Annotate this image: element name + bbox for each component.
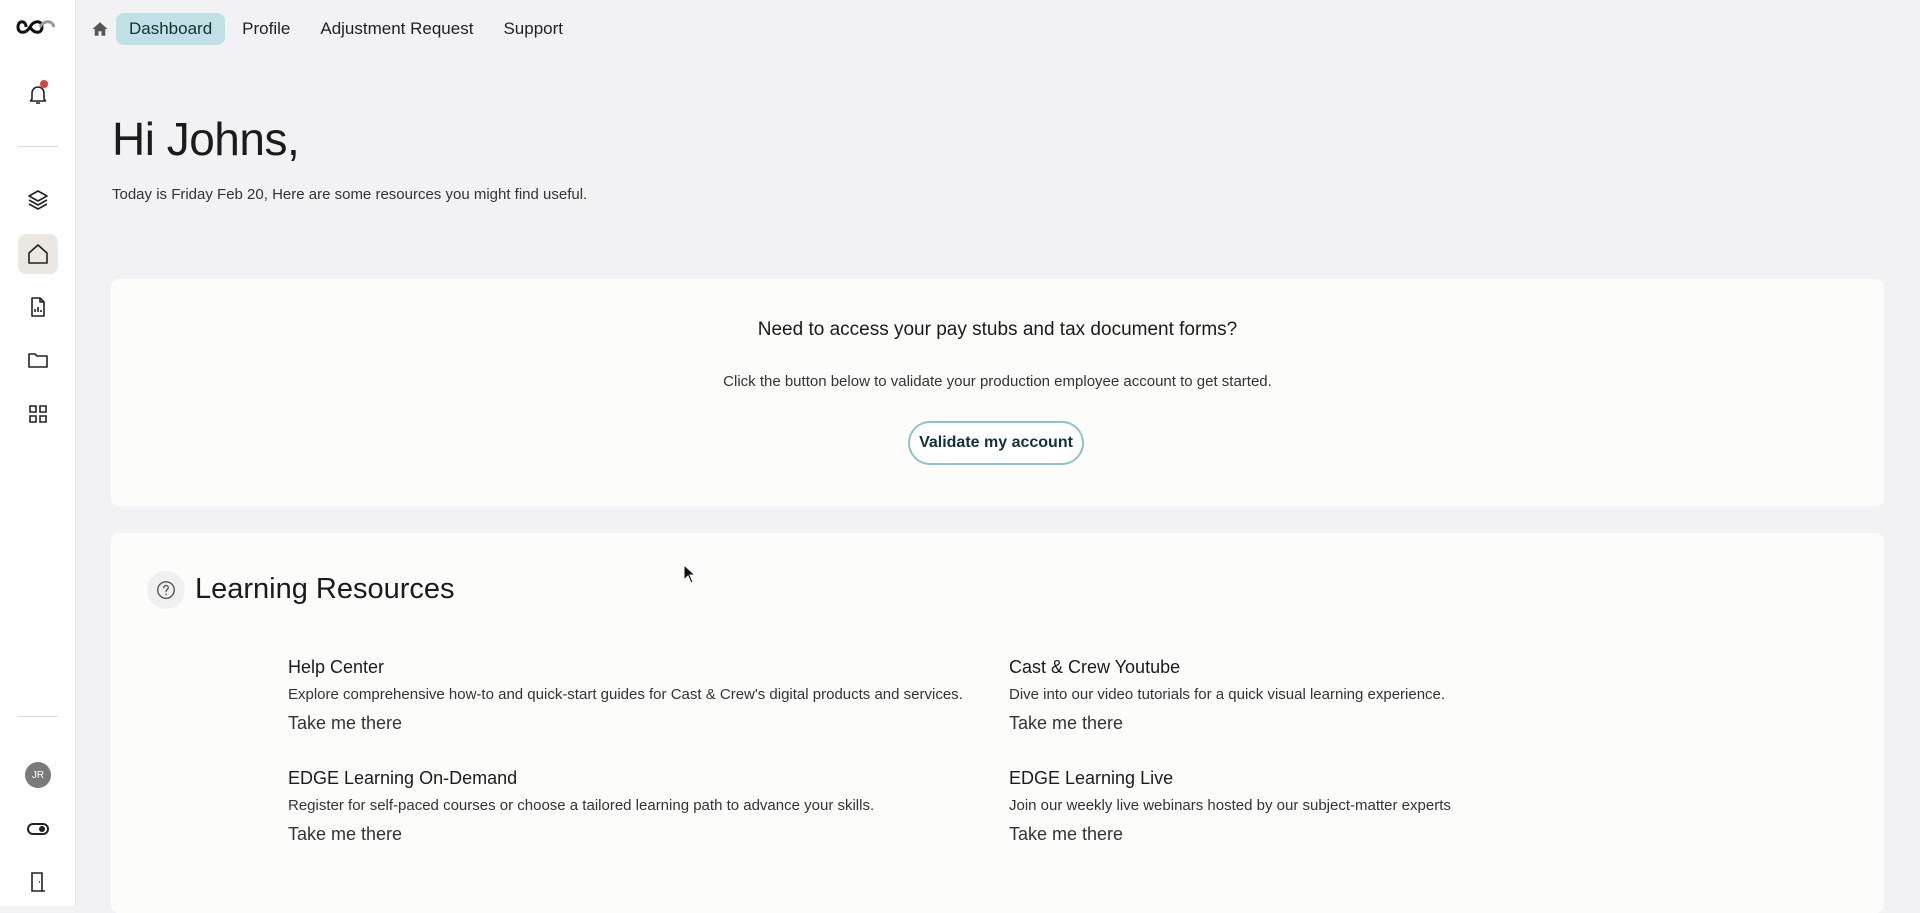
resource-help-center: Help Center Explore comprehensive how-to… xyxy=(288,657,1008,734)
home-link[interactable] xyxy=(88,14,112,44)
learning-resources-card: Learning Resources Help Center Explore c… xyxy=(111,533,1884,913)
sidebar: JR xyxy=(0,0,76,906)
page-subtitle: Today is Friday Feb 20, Here are some re… xyxy=(112,186,588,203)
notification-button[interactable] xyxy=(18,74,58,114)
resource-description: Register for self-paced courses or choos… xyxy=(288,797,875,814)
logo-icon[interactable] xyxy=(16,14,58,40)
top-navigation: Dashboard Profile Adjustment Request Sup… xyxy=(88,13,576,45)
folder-icon xyxy=(28,353,48,368)
nav-support[interactable]: Support xyxy=(490,13,576,45)
resource-title: EDGE Learning Live xyxy=(1009,768,1174,788)
document-chart-icon xyxy=(31,297,45,317)
logout-button[interactable] xyxy=(18,862,58,902)
page-title: Hi Johns, xyxy=(112,113,300,165)
theme-toggle[interactable] xyxy=(18,809,58,849)
sidebar-divider xyxy=(18,146,58,147)
home-icon xyxy=(92,22,108,36)
resource-link[interactable]: Take me there xyxy=(1009,824,1123,845)
nav-dashboard[interactable]: Dashboard xyxy=(116,13,226,45)
resource-title: EDGE Learning On-Demand xyxy=(288,768,518,788)
toggle-icon xyxy=(27,823,49,835)
nav-adjustment-request[interactable]: Adjustment Request xyxy=(307,13,486,45)
exit-door-icon xyxy=(31,872,45,892)
help-icon xyxy=(147,571,185,609)
resource-edge-on-demand: EDGE Learning On-Demand Register for sel… xyxy=(288,768,1008,845)
sidebar-item-home[interactable] xyxy=(18,234,58,274)
resource-link[interactable]: Take me there xyxy=(1009,713,1123,734)
validate-title: Need to access your pay stubs and tax do… xyxy=(757,319,1238,340)
resource-edge-live: EDGE Learning Live Join our weekly live … xyxy=(1009,768,1729,845)
resource-link[interactable]: Take me there xyxy=(288,824,402,845)
notification-badge xyxy=(40,80,48,88)
resource-title: Help Center xyxy=(288,657,385,677)
sidebar-item-files[interactable] xyxy=(18,340,58,380)
resource-description: Join our weekly live webinars hosted by … xyxy=(1009,797,1451,814)
learning-resources-title: Learning Resources xyxy=(195,573,455,605)
resource-description: Dive into our video tutorials for a quic… xyxy=(1009,686,1446,703)
sidebar-divider xyxy=(18,716,58,717)
resource-title: Cast & Crew Youtube xyxy=(1009,657,1181,677)
grid-icon xyxy=(29,405,47,423)
avatar[interactable]: JR xyxy=(25,762,51,788)
home-icon xyxy=(28,244,48,264)
layers-icon xyxy=(28,190,48,210)
mouse-cursor-icon xyxy=(683,564,697,584)
resource-description: Explore comprehensive how-to and quick-s… xyxy=(288,686,963,703)
validate-description: Click the button below to validate your … xyxy=(723,373,1272,390)
resource-youtube: Cast & Crew Youtube Dive into our video … xyxy=(1009,657,1729,734)
validate-account-card: Need to access your pay stubs and tax do… xyxy=(111,279,1884,506)
sidebar-item-reports[interactable] xyxy=(18,287,58,327)
sidebar-item-apps[interactable] xyxy=(18,394,58,434)
nav-profile[interactable]: Profile xyxy=(229,13,303,45)
sidebar-item-layers[interactable] xyxy=(18,180,58,220)
validate-account-button[interactable]: Validate my account xyxy=(908,421,1084,465)
resource-link[interactable]: Take me there xyxy=(288,713,402,734)
